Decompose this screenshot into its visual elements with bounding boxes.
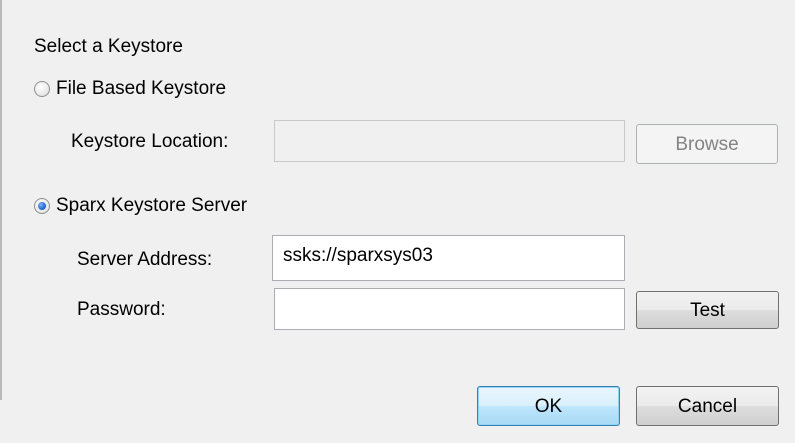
file-based-radio[interactable]: [34, 81, 50, 97]
dialog-border: [0, 0, 2, 400]
server-address-input[interactable]: ssks://sparxsys03: [272, 235, 625, 281]
password-label: Password:: [77, 299, 166, 320]
keystore-location-label: Keystore Location:: [71, 131, 229, 152]
keystore-server-radio[interactable]: [34, 198, 50, 214]
keystore-dialog: Select a Keystore File Based Keystore Ke…: [0, 0, 795, 443]
browse-button[interactable]: Browse: [636, 124, 778, 164]
password-input[interactable]: [274, 288, 625, 330]
cancel-button[interactable]: Cancel: [636, 386, 779, 426]
keystore-location-field[interactable]: [274, 120, 625, 162]
group-title: Select a Keystore: [34, 36, 183, 57]
file-based-radio-label[interactable]: File Based Keystore: [56, 78, 226, 100]
server-address-label: Server Address:: [77, 249, 213, 270]
test-button[interactable]: Test: [636, 291, 779, 329]
keystore-server-radio-label[interactable]: Sparx Keystore Server: [56, 195, 247, 217]
ok-button[interactable]: OK: [477, 386, 620, 426]
